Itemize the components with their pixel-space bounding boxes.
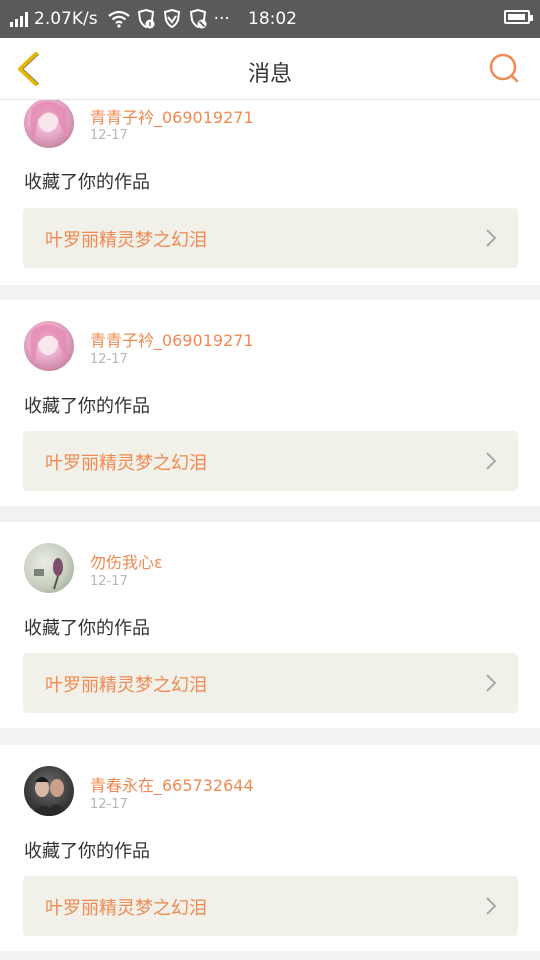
nav-bar: 消息 bbox=[0, 38, 540, 100]
avatar-image bbox=[30, 324, 68, 365]
message-card: 青青子衿_069019271 12-17 收藏了你的作品 叶罗丽精灵梦之幻泪 bbox=[0, 98, 540, 285]
search-button[interactable] bbox=[488, 52, 520, 84]
work-title: 叶罗丽精灵梦之幻泪 bbox=[45, 675, 207, 696]
shield-check-icon bbox=[163, 9, 180, 29]
work-link[interactable]: 叶罗丽精灵梦之幻泪 bbox=[23, 876, 518, 936]
status-time: 18:02 bbox=[248, 9, 297, 29]
search-icon bbox=[489, 53, 519, 83]
message-action-text: 收藏了你的作品 bbox=[24, 396, 150, 417]
status-left: 2.07K/s ··· bbox=[10, 9, 230, 29]
shield-block-icon bbox=[189, 9, 207, 29]
username[interactable]: 勿伤我心ε bbox=[90, 549, 163, 573]
status-bar: 2.07K/s ··· 18:02 bbox=[0, 0, 540, 38]
username[interactable]: 青青子衿_069019271 bbox=[90, 104, 254, 128]
net-speed: 2.07K/s bbox=[34, 9, 98, 29]
message-date: 12-17 bbox=[90, 574, 128, 589]
avatar-image bbox=[30, 101, 68, 142]
message-action-text: 收藏了你的作品 bbox=[24, 618, 150, 639]
chevron-right-icon bbox=[486, 897, 497, 915]
avatar-image bbox=[34, 558, 63, 590]
message-action-text: 收藏了你的作品 bbox=[24, 841, 150, 862]
wifi-icon bbox=[107, 10, 130, 28]
avatar-image bbox=[30, 777, 70, 816]
avatar[interactable] bbox=[24, 766, 74, 816]
chevron-right-icon bbox=[486, 452, 497, 470]
chevron-right-icon bbox=[486, 674, 497, 692]
message-action-text: 收藏了你的作品 bbox=[24, 172, 150, 193]
username[interactable]: 青青子衿_069019271 bbox=[90, 327, 254, 351]
work-title: 叶罗丽精灵梦之幻泪 bbox=[45, 453, 207, 474]
message-date: 12-17 bbox=[90, 352, 128, 367]
page-title: 消息 bbox=[247, 62, 292, 87]
username[interactable]: 青春永在_665732644 bbox=[90, 772, 254, 796]
avatar[interactable] bbox=[24, 321, 74, 371]
work-link[interactable]: 叶罗丽精灵梦之幻泪 bbox=[23, 653, 518, 713]
battery-icon bbox=[504, 10, 533, 24]
work-title: 叶罗丽精灵梦之幻泪 bbox=[45, 230, 207, 251]
work-link[interactable]: 叶罗丽精灵梦之幻泪 bbox=[23, 208, 518, 268]
message-date: 12-17 bbox=[90, 128, 128, 143]
message-date: 12-17 bbox=[90, 797, 128, 812]
work-link[interactable]: 叶罗丽精灵梦之幻泪 bbox=[23, 431, 518, 491]
message-card: 青春永在_665732644 12-17 收藏了你的作品 叶罗丽精灵梦之幻泪 bbox=[0, 745, 540, 951]
status-icons: ··· bbox=[107, 9, 230, 29]
avatar[interactable] bbox=[24, 543, 74, 593]
work-title: 叶罗丽精灵梦之幻泪 bbox=[45, 898, 207, 919]
avatar[interactable] bbox=[24, 98, 74, 148]
shield-info-icon bbox=[137, 9, 155, 29]
more-notifications-icon: ··· bbox=[213, 9, 230, 29]
message-card: 青青子衿_069019271 12-17 收藏了你的作品 叶罗丽精灵梦之幻泪 bbox=[0, 300, 540, 506]
message-card: 勿伤我心ε 12-17 收藏了你的作品 叶罗丽精灵梦之幻泪 bbox=[0, 522, 540, 728]
chevron-right-icon bbox=[486, 229, 497, 247]
signal-icon bbox=[10, 11, 28, 27]
